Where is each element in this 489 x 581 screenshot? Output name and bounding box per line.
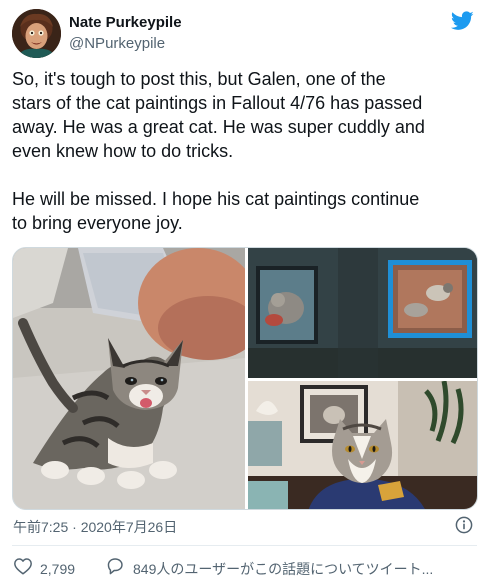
conversation-label: 849人のユーザーがこの話題についてツイート...: [133, 560, 434, 577]
author-handle[interactable]: @NPurkeypile: [69, 35, 165, 52]
avatar[interactable]: [12, 9, 61, 58]
adult-cat-photo[interactable]: [248, 381, 477, 509]
twitter-bird-icon[interactable]: [450, 11, 474, 31]
kitten-photo[interactable]: [13, 248, 245, 509]
media-grid: [12, 247, 478, 510]
tweet-text-line: to bring everyone joy.: [12, 213, 183, 233]
divider: [12, 545, 477, 546]
conversation-link[interactable]: 849人のユーザーがこの話題についてツイート...: [105, 557, 433, 580]
like-button[interactable]: 2,799: [13, 557, 75, 580]
tweet-timestamp[interactable]: 午前7:25 · 2020年7月26日: [13, 517, 177, 537]
heart-icon: [13, 557, 33, 580]
info-icon[interactable]: [455, 516, 473, 534]
tweet-text-line: So, it's tough to post this, but Galen, …: [12, 69, 386, 89]
tweet-text-line: away. He was a great cat. He was super c…: [12, 117, 425, 137]
tweet-text-line: even knew how to do tricks.: [12, 141, 234, 161]
tweet-text-line: stars of the cat paintings in Fallout 4/…: [12, 93, 423, 113]
game-paintings-screenshot[interactable]: [248, 248, 477, 378]
tweet-text: So, it's tough to post this, but Galen, …: [12, 67, 480, 235]
tweet-text-line: He will be missed. I hope his cat painti…: [12, 189, 420, 209]
speech-bubble-icon: [105, 557, 125, 580]
like-count: 2,799: [40, 560, 76, 577]
author-display-name[interactable]: Nate Purkeypile: [69, 14, 182, 31]
